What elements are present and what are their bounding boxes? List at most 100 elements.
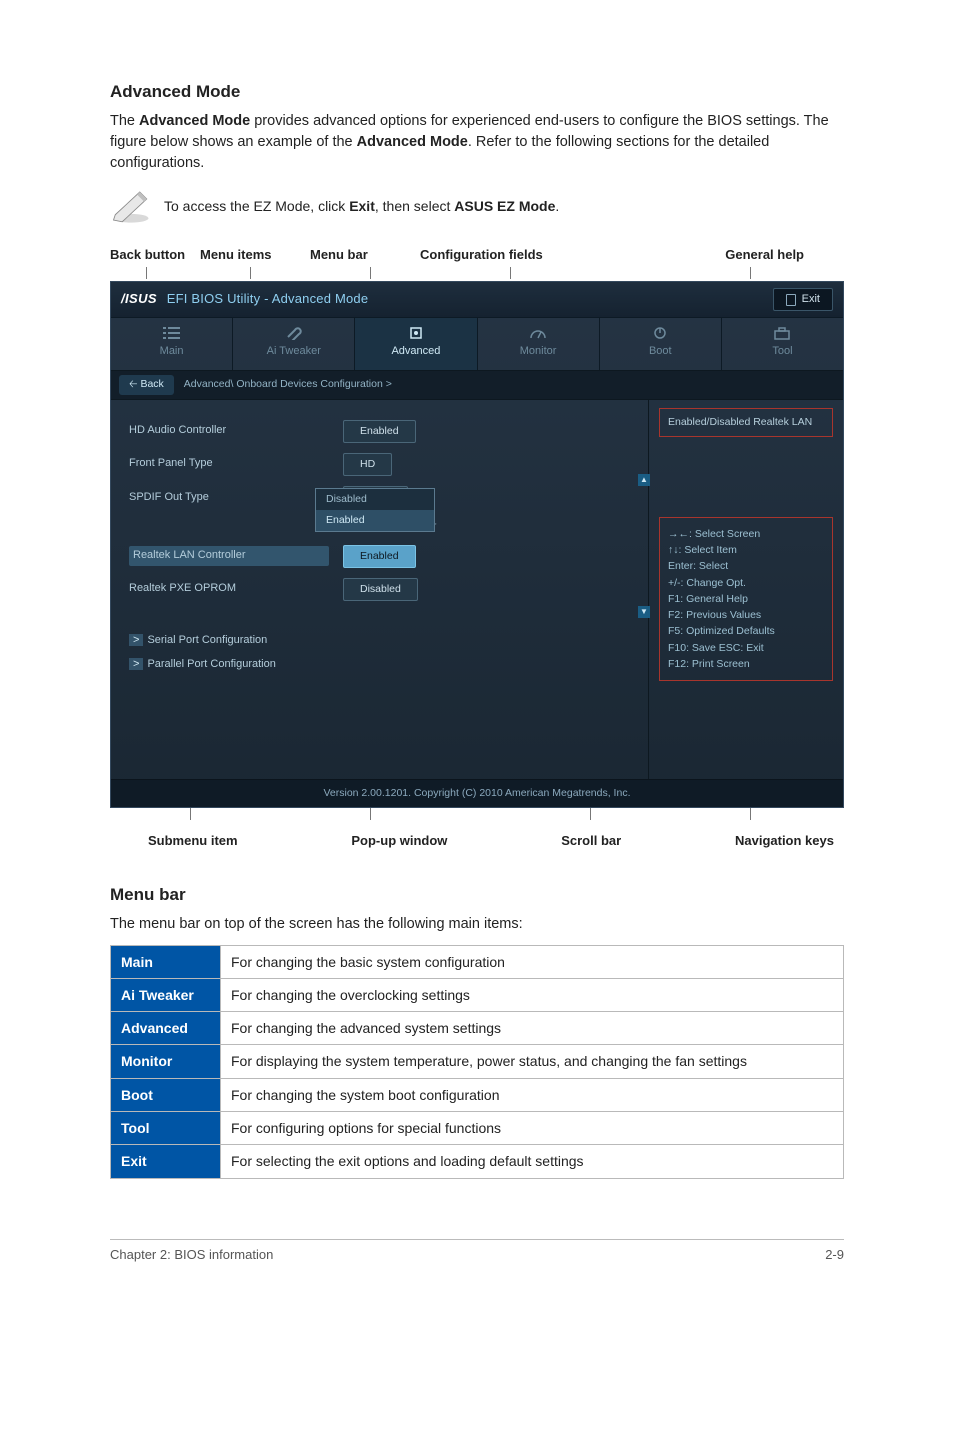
bios-screenshot: /ISUS EFI BIOS Utility - Advanced Mode E…	[110, 281, 844, 809]
scroll-down-button[interactable]: ▼	[638, 606, 650, 618]
lbl-popup: Pop-up window	[351, 832, 447, 851]
sub-parallel[interactable]: > Parallel Port Configuration	[129, 657, 640, 673]
cfg-pxe[interactable]: Realtek PXE OPROM Disabled	[129, 578, 640, 601]
tab-main-label: Main	[160, 345, 184, 357]
nav-line: F5: Optimized Defaults	[668, 623, 824, 639]
caret-down-icon: ▼	[640, 608, 648, 616]
back-label: Back	[140, 378, 163, 390]
caret-up-icon: ▲	[640, 476, 648, 484]
tab-ai-label: Ai Tweaker	[267, 345, 321, 357]
cfg-pxe-value[interactable]: Disabled	[343, 578, 418, 601]
cfg-pxe-label: Realtek PXE OPROM	[129, 581, 329, 597]
cfg-front-panel-value[interactable]: HD	[343, 453, 392, 476]
bios-title: /ISUS EFI BIOS Utility - Advanced Mode	[121, 290, 368, 309]
cfg-front-panel[interactable]: Front Panel Type HD	[129, 453, 640, 476]
chevron-right-icon: >	[129, 658, 143, 670]
tab-tool[interactable]: Tool	[722, 318, 843, 370]
nav-line: F12: Print Screen	[668, 656, 824, 672]
cfg-rlan-label: Realtek LAN Controller	[129, 546, 329, 566]
table-val: For displaying the system temperature, p…	[221, 1045, 844, 1078]
popup-enabled[interactable]: Enabled	[316, 510, 434, 531]
sub-serial[interactable]: >Serial Port Configuration	[129, 633, 640, 649]
nav-line: +/-: Change Opt.	[668, 575, 824, 591]
breadcrumb-row: 🡠 Back Advanced\ Onboard Devices Configu…	[111, 370, 843, 399]
scroll-up-button[interactable]: ▲	[638, 474, 650, 486]
scrollbar[interactable]: ▲ ▼	[638, 474, 650, 634]
table-val: For changing the advanced system setting…	[221, 1012, 844, 1045]
cfg-front-panel-label: Front Panel Type	[129, 456, 329, 472]
chip-icon	[407, 326, 425, 340]
tab-advanced[interactable]: Advanced	[355, 318, 477, 370]
menu-bar-intro: The menu bar on top of the screen has th…	[110, 914, 844, 935]
table-val: For changing the system boot configurati…	[221, 1078, 844, 1111]
nav-line: F10: Save ESC: Exit	[668, 640, 824, 656]
tab-monitor[interactable]: Monitor	[478, 318, 600, 370]
bios-title-text: EFI BIOS Utility - Advanced Mode	[167, 291, 368, 306]
cfg-hd-audio[interactable]: HD Audio ControllerEnabled	[129, 420, 640, 443]
note-row: To access the EZ Mode, click Exit, then …	[110, 188, 844, 224]
tab-main[interactable]: Main	[111, 318, 233, 370]
lbl-back: Back button	[110, 246, 200, 265]
lbl-items: Menu items	[200, 246, 310, 265]
table-key: Tool	[111, 1112, 221, 1145]
cfg-spdif-label: SPDIF Out Type	[129, 490, 329, 506]
table-key: Ai Tweaker	[111, 978, 221, 1011]
menu-bar-heading: Menu bar	[110, 883, 844, 908]
popup-window[interactable]: Disabled Enabled	[315, 488, 435, 532]
advanced-mode-heading: Advanced Mode	[110, 80, 844, 105]
list-icon	[163, 326, 181, 340]
bios-footer: Version 2.00.1201. Copyright (C) 2010 Am…	[111, 779, 843, 807]
lbl-nav: Navigation keys	[735, 832, 834, 851]
config-pane: HD Audio ControllerEnabled Front Panel T…	[111, 400, 648, 779]
nav-line: F1: General Help	[668, 591, 824, 607]
table-val: For changing the basic system configurat…	[221, 945, 844, 978]
table-val: For changing the overclocking settings	[221, 978, 844, 1011]
table-key: Boot	[111, 1078, 221, 1111]
note-t2: , then select	[375, 198, 454, 214]
popup-disabled[interactable]: Disabled	[316, 489, 434, 510]
tab-ai[interactable]: Ai Tweaker	[233, 318, 355, 370]
tab-advanced-label: Advanced	[391, 345, 440, 357]
cfg-rlan-value[interactable]: Enabled	[343, 545, 416, 568]
exit-button[interactable]: Exit	[773, 288, 833, 312]
back-button[interactable]: 🡠 Back	[119, 375, 174, 394]
table-row: MainFor changing the basic system config…	[111, 945, 844, 978]
tab-tool-label: Tool	[772, 345, 792, 357]
note-t1: To access the EZ Mode, click	[164, 198, 349, 214]
table-row: BootFor changing the system boot configu…	[111, 1078, 844, 1111]
tip-box: Enabled/Disabled Realtek LAN	[659, 408, 833, 437]
tab-boot[interactable]: Boot	[600, 318, 722, 370]
page-footer: Chapter 2: BIOS information 2-9	[110, 1239, 844, 1265]
table-key: Monitor	[111, 1045, 221, 1078]
table-val: For configuring options for special func…	[221, 1112, 844, 1145]
cfg-rlan[interactable]: Realtek LAN Controller Enabled	[129, 545, 640, 568]
table-row: Ai TweakerFor changing the overclocking …	[111, 978, 844, 1011]
table-row: ExitFor selecting the exit options and l…	[111, 1145, 844, 1178]
lbl-submenu: Submenu item	[148, 832, 238, 851]
cfg-hd-audio-value[interactable]: Enabled	[343, 420, 416, 443]
menu-bar-table: MainFor changing the basic system config…	[110, 945, 844, 1179]
bottom-ticks	[110, 808, 844, 822]
lbl-scroll: Scroll bar	[561, 832, 621, 851]
top-ticks	[110, 267, 844, 281]
table-row: AdvancedFor changing the advanced system…	[111, 1012, 844, 1045]
help-pane: Enabled/Disabled Realtek LAN →←: Select …	[648, 400, 843, 779]
intro-b2: Advanced Mode	[357, 134, 468, 150]
sub-parallel-label: Parallel Port Configuration	[147, 658, 275, 670]
toolbox-icon	[773, 326, 791, 340]
table-key: Main	[111, 945, 221, 978]
asus-logo: /ISUS	[121, 291, 157, 306]
tab-boot-label: Boot	[649, 345, 672, 357]
table-row: ToolFor configuring options for special …	[111, 1112, 844, 1145]
tab-bar: Main Ai Tweaker Advanced Monitor Boot To…	[111, 318, 843, 370]
lbl-bar: Menu bar	[310, 246, 420, 265]
tab-monitor-label: Monitor	[520, 345, 557, 357]
note-text: To access the EZ Mode, click Exit, then …	[164, 196, 559, 216]
table-key: Advanced	[111, 1012, 221, 1045]
pencil-note-icon	[110, 188, 152, 224]
breadcrumb: Advanced\ Onboard Devices Configuration …	[184, 377, 392, 392]
nav-line: Enter: Select	[668, 558, 824, 574]
lbl-help: General help	[590, 246, 844, 265]
top-labels-row: Back button Menu items Menu bar Configur…	[110, 246, 844, 265]
page-foot-right: 2-9	[825, 1246, 844, 1265]
